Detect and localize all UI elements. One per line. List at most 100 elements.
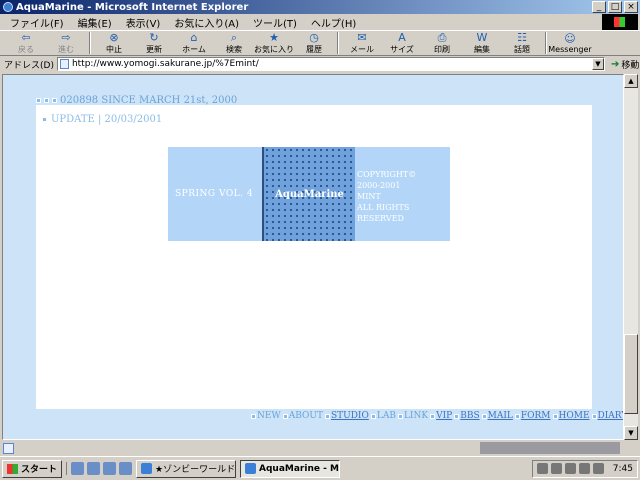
bullet-icon — [36, 98, 41, 103]
ie-icon — [245, 463, 257, 474]
menu-tools[interactable]: ツール(T) — [251, 15, 299, 30]
toolbar-button-10[interactable]: ⎙ 印刷 — [422, 30, 462, 55]
task-label: AquaMarine - Micro... — [259, 463, 339, 474]
scroll-down-arrow-icon[interactable]: ▼ — [624, 426, 638, 440]
refresh-icon: ↻ — [149, 30, 159, 44]
vertical-scrollbar[interactable]: ▲ ▼ — [624, 74, 638, 440]
task-zombie-world[interactable]: ★ゾンビーワールド★ - Mi... — [136, 459, 237, 478]
update-line: UPDATE | 20/03/2001 — [42, 114, 162, 125]
tray-icon[interactable] — [536, 463, 548, 474]
nav-link-studio[interactable]: STUDIO — [324, 411, 369, 421]
messenger-icon: ☺ — [564, 31, 576, 45]
nav-link-new[interactable]: NEW — [251, 411, 281, 421]
tray-icon[interactable] — [578, 463, 590, 474]
window-title-bar[interactable]: AquaMarine - Microsoft Internet Explorer… — [0, 0, 640, 14]
nav-label: NEW — [257, 411, 281, 421]
task-aquamarine[interactable]: AquaMarine - Micro... — [240, 459, 341, 478]
history-icon: ◷ — [309, 30, 319, 44]
toolbar-button-11[interactable]: W 編集 — [462, 30, 502, 55]
bullet-icon — [481, 413, 487, 419]
minimize-button[interactable]: _ — [592, 1, 606, 13]
toolbar-button-0[interactable]: ⇦ 戻る — [6, 30, 46, 55]
page-content: 020898 SINCE MARCH 21st, 2000 UPDATE | 2… — [2, 74, 624, 440]
nav-label: HOME — [558, 411, 590, 421]
maximize-button[interactable]: □ — [608, 1, 622, 13]
toolbar-label: 更新 — [146, 44, 162, 54]
banner-logo[interactable]: AquaMarine — [262, 147, 355, 241]
toolbar-button-2[interactable]: ⊗ 中止 — [94, 30, 134, 55]
nav-link-bbs[interactable]: BBS — [454, 411, 480, 421]
menu-edit[interactable]: 編集(E) — [76, 15, 114, 30]
start-label: スタート — [21, 465, 58, 475]
language-bar[interactable] — [480, 442, 620, 454]
stop-icon: ⊗ — [109, 30, 119, 44]
bullet-icon — [42, 117, 47, 122]
toolbar-button-13[interactable]: ☺ Messenger — [548, 31, 592, 54]
address-dropdown-button[interactable]: ▼ — [591, 58, 604, 70]
close-button[interactable]: × — [624, 1, 638, 13]
window-controls: _ □ × — [592, 1, 638, 13]
go-button[interactable]: ➔ 移動 — [611, 58, 639, 71]
tray-icon[interactable] — [592, 463, 604, 474]
tray-icon[interactable] — [564, 463, 576, 474]
nav-label: ABOUT — [288, 411, 323, 421]
nav-link-lab[interactable]: LAB — [370, 411, 396, 421]
desktop-launch-icon[interactable] — [103, 462, 117, 475]
ie-launch-icon[interactable] — [71, 462, 85, 475]
mail-icon: ✉ — [357, 30, 367, 44]
toolbar-button-8[interactable]: ✉ メール — [342, 30, 382, 55]
toolbar-button-12[interactable]: ☷ 話題 — [502, 30, 542, 55]
menu-file[interactable]: ファイル(F) — [8, 15, 66, 30]
menu-view[interactable]: 表示(V) — [124, 15, 163, 30]
toolbar-label: Messenger — [548, 44, 592, 54]
nav-link-vip[interactable]: VIP — [430, 411, 452, 421]
copyright-line: ALL RIGHTS — [357, 203, 410, 212]
toolbar-button-7[interactable]: ◷ 履歴 — [294, 30, 334, 55]
nav-link-link[interactable]: LINK — [397, 411, 428, 421]
discuss-icon: ☷ — [517, 30, 527, 44]
toolbar-button-3[interactable]: ↻ 更新 — [134, 30, 174, 55]
scroll-up-arrow-icon[interactable]: ▲ — [624, 74, 638, 88]
toolbar-separator — [545, 32, 547, 54]
bullet-icon — [44, 98, 49, 103]
toolbar-button-5[interactable]: ⌕ 検索 — [214, 30, 254, 55]
bullet-icon — [514, 413, 520, 419]
address-label: アドレス(D) — [4, 60, 54, 71]
nav-link-home[interactable]: HOME — [552, 411, 590, 421]
nav-link-form[interactable]: FORM — [514, 411, 551, 421]
nav-link-about[interactable]: ABOUT — [282, 411, 323, 421]
menu-help[interactable]: ヘルプ(H) — [309, 15, 358, 30]
go-arrow-icon: ➔ — [610, 58, 620, 70]
scroll-thumb[interactable] — [624, 334, 638, 414]
edit-icon: W — [476, 30, 488, 44]
bullet-icon — [324, 413, 330, 419]
toolbar-label: 話題 — [514, 44, 530, 54]
back-arrow-icon: ⇦ — [21, 30, 31, 44]
outlook-launch-icon[interactable] — [87, 462, 101, 475]
start-button[interactable]: スタート — [2, 459, 63, 478]
address-input[interactable]: http://www.yomogi.sakurane.jp/%7Emint/ ▼ — [56, 57, 605, 71]
window-title: AquaMarine - Microsoft Internet Explorer — [16, 1, 249, 13]
app-launch-icon[interactable] — [119, 462, 133, 475]
copyright-line: COPYRIGHT© — [357, 170, 417, 179]
bullet-icon — [370, 413, 376, 419]
bullet-icon — [397, 413, 403, 419]
nav-label: STUDIO — [330, 411, 369, 421]
toolbar-button-6[interactable]: ★ お気に入り — [254, 31, 294, 55]
print-icon: ⎙ — [437, 30, 447, 44]
bullet-icon — [251, 413, 256, 419]
menu-favorites[interactable]: お気に入り(A) — [172, 15, 241, 30]
menu-bar: ファイル(F) 編集(E) 表示(V) お気に入り(A) ツール(T) ヘルプ(… — [0, 14, 640, 30]
tray-icon[interactable] — [550, 463, 562, 474]
toolbar-button-1[interactable]: ⇨ 進む — [46, 31, 86, 55]
search-icon: ⌕ — [230, 30, 238, 44]
toolbar-button-9[interactable]: A サイズ — [382, 31, 422, 55]
ie-icon — [3, 2, 13, 12]
home-icon: ⌂ — [190, 30, 198, 44]
status-bar — [0, 440, 640, 456]
toolbar-button-4[interactable]: ⌂ ホーム — [174, 30, 214, 55]
nav-link-diary[interactable]: DIARY — [591, 411, 623, 421]
toolbar-label: 戻る — [18, 44, 34, 54]
nav-link-mail[interactable]: MAIL — [481, 411, 513, 421]
clock: 7:45 — [612, 463, 633, 474]
